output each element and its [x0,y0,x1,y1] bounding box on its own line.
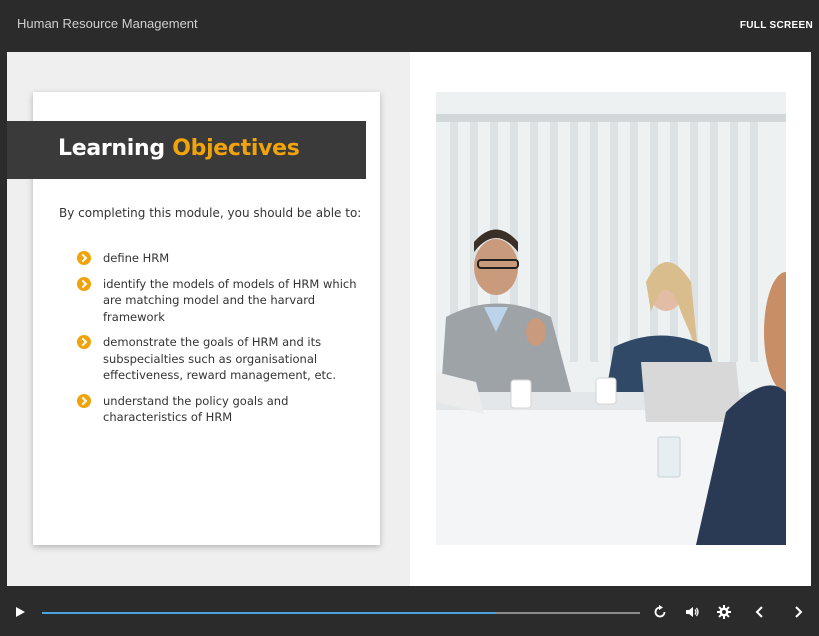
settings-button[interactable] [716,604,732,620]
objective-text: define HRM [103,251,170,265]
replay-button[interactable] [652,604,668,620]
replay-icon [654,605,666,618]
meeting-photo [436,92,786,545]
volume-button[interactable] [684,604,700,620]
fullscreen-button[interactable]: FULL SCREEN [740,20,813,31]
play-icon [16,607,25,617]
heading-part-2: Objectives [172,136,300,161]
course-title: Human Resource Management [17,16,198,31]
list-item: understand the policy goals and characte… [77,393,357,426]
previous-button[interactable] [752,604,768,620]
chevron-right-icon [77,276,91,291]
slide-photo-panel [410,52,811,586]
meeting-illustration [436,92,786,545]
list-item: define HRM [77,250,357,267]
player-controls [0,586,819,636]
progress-bar[interactable] [42,612,640,614]
play-button[interactable] [12,604,28,620]
chevron-right-icon [77,251,91,265]
chevron-right-icon [77,393,91,408]
list-item: demonstrate the goals of HRM and its sub… [77,334,357,384]
chevron-right-icon [77,335,91,349]
slide-heading: Learning Objectives [58,136,300,161]
objective-text: understand the policy goals and characte… [103,393,289,425]
list-item: identify the models of models of HRM whi… [77,276,357,326]
objective-text: demonstrate the goals of HRM and its sub… [103,335,337,382]
heading-part-1: Learning [58,136,165,161]
progress-fill [42,612,497,614]
volume-icon [686,607,699,617]
next-button[interactable] [790,604,806,620]
objective-text: identify the models of models of HRM whi… [103,276,357,324]
prev-icon [755,606,763,618]
slide: Learning Objectives By completing this m… [7,52,811,586]
top-bar: Human Resource Management FULL SCREEN [0,0,819,52]
settings-icon [717,605,731,619]
next-icon [795,606,803,618]
objectives-list: define HRM identify the models of models… [77,250,357,435]
intro-text: By completing this module, you should be… [59,206,362,220]
